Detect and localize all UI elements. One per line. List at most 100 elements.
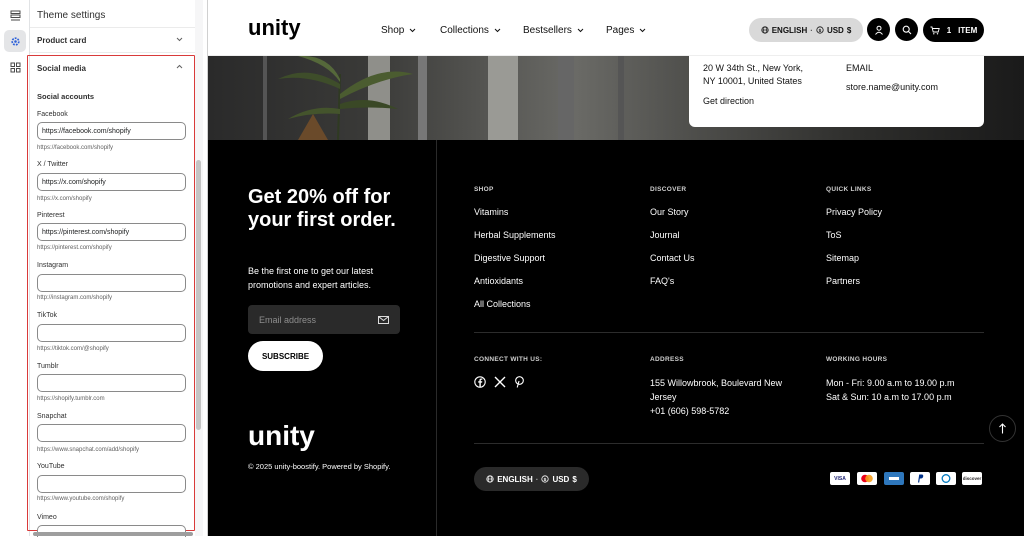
footer-address-line1: 155 Willowbrook, Boulevard New <box>650 378 783 388</box>
tiktok-input[interactable] <box>37 324 186 342</box>
promo-title: Get 20% off for your first order. <box>248 186 396 231</box>
currency-symbol: $ <box>846 25 852 35</box>
twitter-help: https://x.com/shopify <box>37 196 92 202</box>
footer-link[interactable]: Our Story <box>650 207 689 217</box>
footer-link[interactable]: ToS <box>826 230 842 240</box>
globe-icon <box>486 475 494 483</box>
youtube-input[interactable] <box>37 475 186 493</box>
store-preview: unity Shop Collections Bestsellers Pages… <box>207 0 1024 536</box>
card-address-line1: 20 W 34th St., New York, <box>703 63 804 73</box>
get-direction-link[interactable]: Get direction <box>703 95 754 108</box>
search-icon <box>902 25 911 34</box>
product-card-label: Product card <box>37 35 87 45</box>
footer-link[interactable]: Partners <box>826 276 860 286</box>
svg-text:$: $ <box>544 477 547 483</box>
footer-link[interactable]: Journal <box>650 230 680 240</box>
separator-dot: · <box>535 474 539 484</box>
footer-divider-line <box>474 443 984 444</box>
footer-link[interactable]: Digestive Support <box>474 253 545 263</box>
currency-label: USD <box>826 25 844 35</box>
contact-card: 20 W 34th St., New York, NY 10001, Unite… <box>689 56 984 127</box>
field-label-twitter: X / Twitter <box>37 161 68 168</box>
field-label-instagram: Instagram <box>37 262 69 269</box>
field-label-facebook: Facebook <box>37 111 68 118</box>
theme-settings-gear-icon[interactable] <box>4 30 26 52</box>
nav-collections[interactable]: Collections <box>440 25 501 36</box>
footer-link[interactable]: All Collections <box>474 299 531 309</box>
snapchat-input[interactable] <box>37 424 186 442</box>
locale-selector[interactable]: ENGLISH · $ USD $ <box>749 18 863 42</box>
footer-divider-line <box>474 332 984 333</box>
footer-locale-selector[interactable]: ENGLISH · $ USD $ <box>474 467 589 491</box>
newsletter-email-input[interactable]: Email address <box>248 305 400 334</box>
chevron-down-icon <box>176 37 183 42</box>
instagram-help: http://instagram.com/shopify <box>37 295 113 301</box>
youtube-help: https://www.youtube.com/shopify <box>37 496 125 502</box>
footer-language-label: ENGLISH <box>497 474 533 484</box>
svg-text:unity: unity <box>248 17 301 40</box>
sections-icon[interactable] <box>4 4 26 26</box>
cart-label: ITEM <box>958 25 978 35</box>
hours-weekend: Sat & Sun: 10 a.m to 17.00 p.m <box>826 392 952 402</box>
footer-unity-logo[interactable]: unity <box>248 421 316 451</box>
quick-links-column-heading: QUICK LINKS <box>826 186 872 193</box>
currency-icon: $ <box>816 26 824 34</box>
mail-icon <box>378 315 389 324</box>
panel-horizontal-scrollbar[interactable] <box>33 532 193 536</box>
account-button[interactable] <box>867 18 890 41</box>
footer-link[interactable]: Vitamins <box>474 207 508 217</box>
svg-text:$: $ <box>819 28 822 34</box>
footer-address-line2: Jersey <box>650 392 677 402</box>
facebook-help: https://facebook.com/shopify <box>37 145 114 151</box>
nav-bestsellers[interactable]: Bestsellers <box>523 25 584 36</box>
footer-link[interactable]: Antioxidants <box>474 276 523 286</box>
promo-subtitle: Be the first one to get our latest promo… <box>248 266 374 290</box>
footer-currency-label: USD <box>552 474 570 484</box>
instagram-input[interactable] <box>37 274 186 292</box>
card-email-value[interactable]: store.name@unity.com <box>846 81 938 94</box>
svg-text:unity: unity <box>248 421 315 451</box>
discover-icon: discover <box>962 472 982 485</box>
x-twitter-icon[interactable] <box>494 376 506 388</box>
cart-button[interactable]: 1 ITEM <box>923 18 984 42</box>
store-header: unity Shop Collections Bestsellers Pages… <box>208 0 1024 56</box>
footer-currency-symbol: $ <box>572 474 577 484</box>
footer-link[interactable]: Sitemap <box>826 253 859 263</box>
user-icon <box>874 25 883 35</box>
tumblr-input[interactable] <box>37 374 186 392</box>
pinterest-input[interactable]: https://pinterest.com/shopify <box>37 223 186 241</box>
nav-pages[interactable]: Pages <box>606 25 646 36</box>
paypal-icon <box>910 472 930 485</box>
facebook-input[interactable]: https://facebook.com/shopify <box>37 122 186 140</box>
panel-scrollbar-thumb[interactable] <box>196 160 201 430</box>
back-to-top-button[interactable] <box>989 415 1016 442</box>
unity-logo[interactable]: unity <box>248 17 302 41</box>
apps-icon[interactable] <box>4 56 26 78</box>
nav-shop[interactable]: Shop <box>381 25 416 36</box>
footer-link[interactable]: Herbal Supplements <box>474 230 556 240</box>
twitter-input[interactable]: https://x.com/shopify <box>37 173 186 191</box>
footer-link[interactable]: FAQ's <box>650 276 674 286</box>
field-label-pinterest: Pinterest <box>37 212 65 219</box>
amex-icon <box>884 472 904 485</box>
working-hours-heading: WORKING HOURS <box>826 356 888 363</box>
search-button[interactable] <box>895 18 918 41</box>
pinterest-icon[interactable] <box>514 376 525 388</box>
cart-icon <box>930 26 940 34</box>
subscribe-button[interactable]: SUBSCRIBE <box>248 341 323 371</box>
product-card-section[interactable]: Product card <box>30 27 203 53</box>
field-label-snapchat: Snapchat <box>37 413 67 420</box>
field-label-youtube: YouTube <box>37 463 65 470</box>
chevron-down-icon <box>577 28 584 33</box>
facebook-icon[interactable] <box>474 376 486 388</box>
footer-phone[interactable]: +01 (606) 598-5782 <box>650 404 729 418</box>
card-address-line2: NY 10001, United States <box>703 76 802 86</box>
currency-icon: $ <box>541 475 550 483</box>
connect-heading: CONNECT WITH US: <box>474 356 543 363</box>
footer-link[interactable]: Privacy Policy <box>826 207 882 217</box>
footer-link[interactable]: Contact Us <box>650 253 695 263</box>
mastercard-icon <box>857 472 877 485</box>
cart-count: 1 <box>946 25 952 35</box>
social-accounts-heading: Social accounts <box>37 92 95 101</box>
chevron-down-icon <box>494 28 501 33</box>
